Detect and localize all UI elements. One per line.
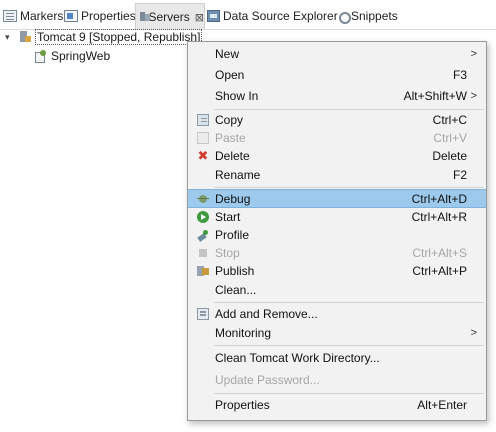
menu-item-rename-label: Rename [215, 168, 261, 182]
menu-item-clean-tomcat-work-directory[interactable]: Clean Tomcat Work Directory... [188, 349, 486, 367]
tab-properties-label: Properties [81, 9, 136, 23]
start-icon [197, 211, 209, 223]
menu-item-monitoring-label: Monitoring [215, 326, 272, 340]
debug-icon [197, 193, 209, 205]
menu-item-open-label: Open [215, 68, 245, 82]
menu-item-start-shortcut: Ctrl+Alt+R [411, 210, 467, 224]
menu-item-stop-label: Stop [215, 246, 240, 260]
tab-snippets[interactable]: Snippets [338, 4, 398, 28]
menu-item-add-and-remove-label: Add and Remove... [215, 307, 318, 321]
submenu-arrow-icon: > [470, 90, 477, 102]
add-remove-icon [197, 308, 209, 320]
menu-item-copy-shortcut: Ctrl+C [432, 113, 467, 127]
tab-data-source-explorer-label: Data Source Explorer [223, 9, 338, 23]
submenu-arrow-icon: > [470, 327, 477, 339]
menu-item-copy[interactable]: Copy Ctrl+C [188, 111, 486, 129]
module-label: SpringWeb [51, 49, 111, 63]
menu-item-properties-shortcut: Alt+Enter [417, 398, 467, 412]
server-label: Tomcat 9 [Stopped, Republish] [35, 29, 203, 45]
tab-snippets-label: Snippets [351, 9, 398, 23]
menu-item-stop: Stop Ctrl+Alt+S [188, 244, 486, 262]
web-module-icon [35, 50, 47, 63]
menu-item-clean[interactable]: Clean... [188, 281, 486, 299]
menu-item-monitoring[interactable]: Monitoring > [188, 324, 486, 342]
menu-item-profile[interactable]: Profile [188, 226, 486, 244]
menu-item-delete[interactable]: ✖ Delete Delete [188, 147, 486, 165]
menu-separator [214, 109, 484, 110]
menu-item-show-in-shortcut: Alt+Shift+W [403, 89, 467, 103]
menu-item-rename-shortcut: F2 [452, 168, 467, 182]
menu-item-paste-shortcut: Ctrl+V [433, 131, 467, 145]
menu-item-start[interactable]: Start Ctrl+Alt+R [188, 208, 486, 226]
menu-separator [214, 187, 484, 188]
chevron-down-icon[interactable]: ▾ [5, 32, 15, 43]
server-icon [19, 31, 31, 43]
menu-item-clean-label: Clean... [215, 283, 257, 297]
menu-item-paste-label: Paste [215, 131, 246, 145]
tab-servers-label: Servers [148, 10, 190, 24]
menu-separator [214, 302, 484, 303]
menu-item-add-and-remove[interactable]: Add and Remove... [188, 305, 486, 323]
tab-servers[interactable]: Servers ⊠ [135, 3, 205, 30]
tab-data-source-explorer[interactable]: Data Source Explorer [207, 4, 338, 28]
properties-icon [64, 10, 78, 22]
submenu-arrow-icon: > [470, 48, 477, 60]
menu-item-stop-shortcut: Ctrl+Alt+S [412, 246, 467, 260]
menu-item-paste: Paste Ctrl+V [188, 129, 486, 147]
menu-item-debug-label: Debug [215, 191, 251, 206]
menu-item-publish-shortcut: Ctrl+Alt+P [412, 264, 467, 278]
menu-item-delete-shortcut: Delete [432, 149, 467, 163]
tab-properties[interactable]: Properties [64, 4, 136, 28]
menu-item-properties-label: Properties [215, 398, 270, 412]
view-tab-bar: Markers Properties Servers ⊠ Data Source… [0, 0, 496, 30]
tab-markers[interactable]: Markers [3, 4, 63, 28]
menu-separator [214, 393, 484, 394]
servers-icon [139, 11, 151, 23]
data-source-explorer-icon [207, 10, 220, 22]
close-icon[interactable]: ⊠ [195, 11, 204, 24]
profile-icon [197, 229, 209, 241]
menu-item-profile-label: Profile [215, 228, 250, 242]
menu-separator [214, 345, 484, 346]
menu-item-new-label: New [215, 47, 240, 61]
menu-item-rename[interactable]: Rename F2 [188, 166, 486, 184]
snippets-icon [338, 10, 351, 24]
menu-item-copy-label: Copy [215, 113, 244, 127]
menu-item-publish[interactable]: Publish Ctrl+Alt+P [188, 262, 486, 280]
menu-item-delete-label: Delete [215, 149, 250, 163]
menu-item-update-password-label: Update Password... [215, 373, 320, 387]
menu-item-debug[interactable]: Debug Ctrl+Alt+D [188, 189, 486, 208]
menu-item-show-in-label: Show In [215, 89, 259, 103]
menu-item-clean-tomcat-work-directory-label: Clean Tomcat Work Directory... [215, 351, 380, 365]
menu-item-show-in[interactable]: Show In Alt+Shift+W > [188, 87, 486, 105]
copy-icon [197, 114, 209, 126]
menu-item-new[interactable]: New > [188, 45, 486, 63]
menu-item-open-shortcut: F3 [452, 68, 467, 82]
menu-item-open[interactable]: Open F3 [188, 66, 486, 84]
publish-icon [197, 265, 209, 277]
menu-item-publish-label: Publish [215, 264, 255, 278]
menu-item-debug-shortcut: Ctrl+Alt+D [411, 191, 467, 206]
menu-item-start-label: Start [215, 210, 241, 224]
stop-icon [197, 247, 209, 259]
tree-item-tomcat-server[interactable]: ▾ Tomcat 9 [Stopped, Republish] [5, 28, 203, 46]
tree-item-springweb-module[interactable]: SpringWeb [35, 47, 110, 65]
tab-markers-label: Markers [20, 9, 64, 23]
menu-item-update-password: Update Password... [188, 371, 486, 389]
menu-item-properties[interactable]: Properties Alt+Enter [188, 396, 486, 414]
paste-icon [197, 132, 209, 144]
delete-icon: ✖ [197, 148, 209, 163]
context-menu: New > Open F3 Show In Alt+Shift+W > Copy… [187, 41, 487, 421]
markers-icon [3, 10, 17, 22]
